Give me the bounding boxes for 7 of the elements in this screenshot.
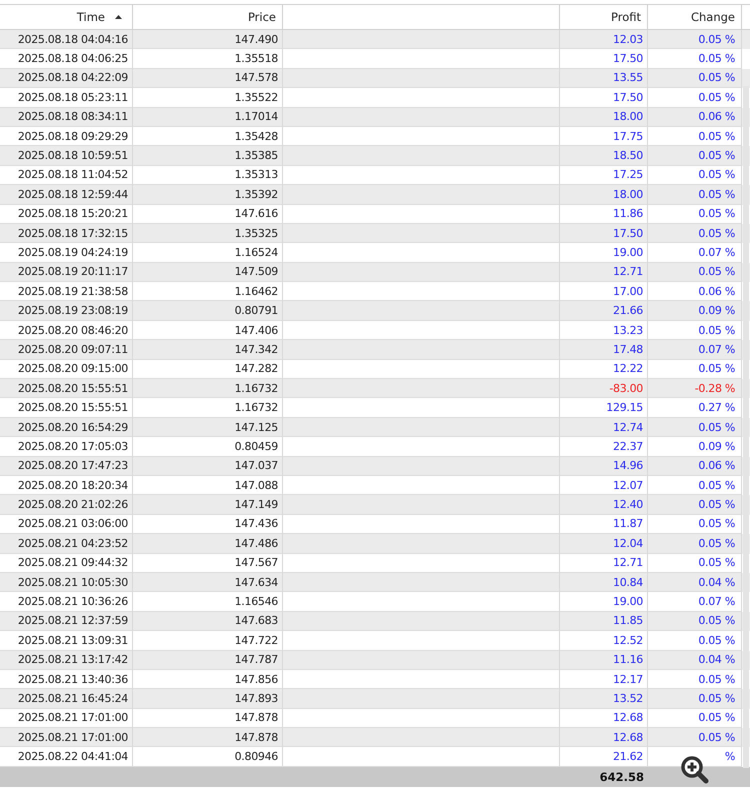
- column-header[interactable]: Profit: [560, 5, 648, 29]
- column-header[interactable]: Change: [648, 5, 742, 29]
- column-header[interactable]: Price: [133, 5, 283, 29]
- scrollbar[interactable]: [743, 86, 749, 768]
- total-profit: 642.58: [600, 770, 644, 784]
- zoom-in-icon[interactable]: [680, 755, 710, 785]
- column-header[interactable]: Time: [0, 5, 133, 29]
